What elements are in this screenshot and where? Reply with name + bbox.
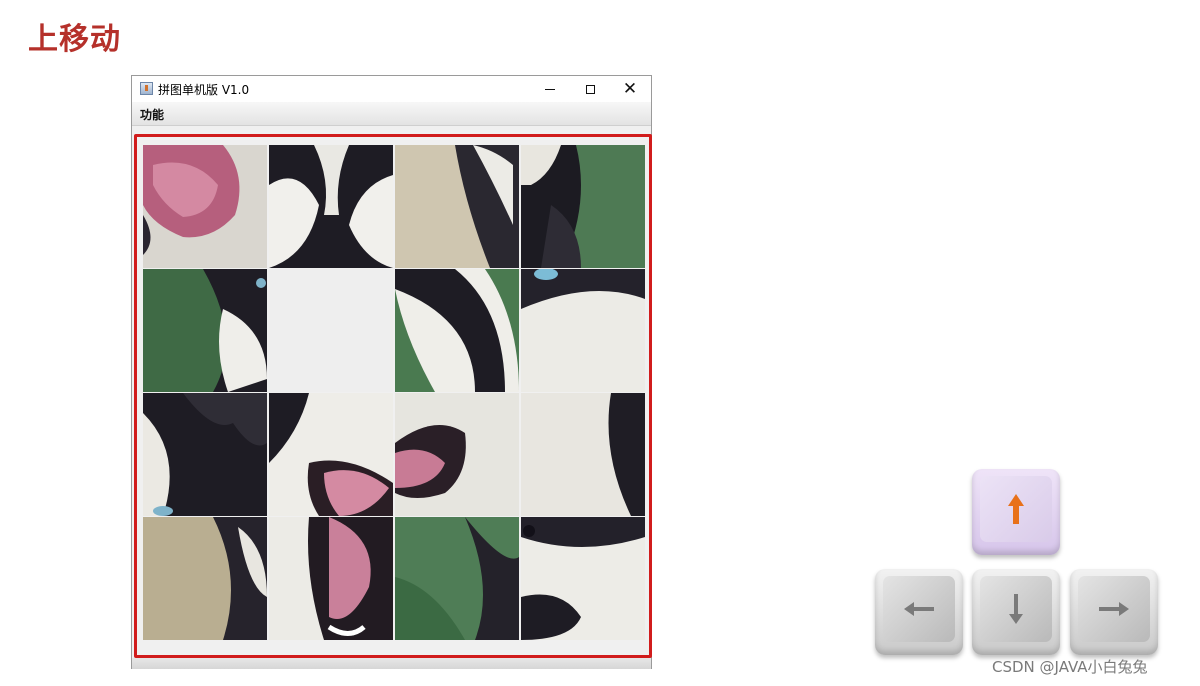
- maximize-button[interactable]: [570, 76, 610, 102]
- empty-tile: [269, 269, 393, 392]
- puzzle-tile[interactable]: [269, 517, 393, 640]
- right-arrow-key[interactable]: [1070, 569, 1158, 655]
- right-arrow-icon: [1099, 602, 1129, 616]
- left-arrow-icon: [904, 602, 934, 616]
- puzzle-tile[interactable]: [269, 393, 393, 516]
- window-bottom-bar: [132, 658, 651, 669]
- menu-bar: 功能: [132, 102, 651, 126]
- puzzle-tile[interactable]: [521, 517, 645, 640]
- close-icon: ✕: [622, 79, 638, 99]
- puzzle-tile[interactable]: [521, 269, 645, 392]
- down-arrow-key[interactable]: [972, 569, 1060, 655]
- watermark: CSDN @JAVA小白兔兔: [992, 658, 1148, 676]
- puzzle-tile[interactable]: [395, 269, 519, 392]
- title-bar[interactable]: 拼图单机版 V1.0 ✕: [132, 76, 651, 102]
- up-arrow-icon: [1008, 494, 1024, 524]
- puzzle-tile[interactable]: [143, 517, 267, 640]
- up-arrow-key[interactable]: [972, 469, 1060, 555]
- puzzle-tile[interactable]: [395, 145, 519, 268]
- puzzle-tile[interactable]: [521, 145, 645, 268]
- puzzle-board: [143, 145, 647, 641]
- window-title: 拼图单机版 V1.0: [158, 83, 250, 97]
- puzzle-tile[interactable]: [143, 393, 267, 516]
- slide-title: 上移动: [28, 22, 121, 57]
- maximize-icon: [585, 84, 595, 94]
- menu-item-function[interactable]: 功能: [140, 106, 164, 123]
- puzzle-tile[interactable]: [269, 145, 393, 268]
- minimize-icon: [545, 88, 555, 90]
- down-arrow-icon: [1009, 594, 1023, 624]
- minimize-button[interactable]: [530, 76, 570, 102]
- java-app-icon: [140, 82, 153, 95]
- puzzle-tile[interactable]: [395, 393, 519, 516]
- left-arrow-key[interactable]: [875, 569, 963, 655]
- puzzle-tile[interactable]: [395, 517, 519, 640]
- close-button[interactable]: ✕: [610, 76, 650, 102]
- puzzle-tile[interactable]: [521, 393, 645, 516]
- puzzle-tile[interactable]: [143, 269, 267, 392]
- puzzle-tile[interactable]: [143, 145, 267, 268]
- app-window: 拼图单机版 V1.0 ✕ 功能: [131, 75, 652, 669]
